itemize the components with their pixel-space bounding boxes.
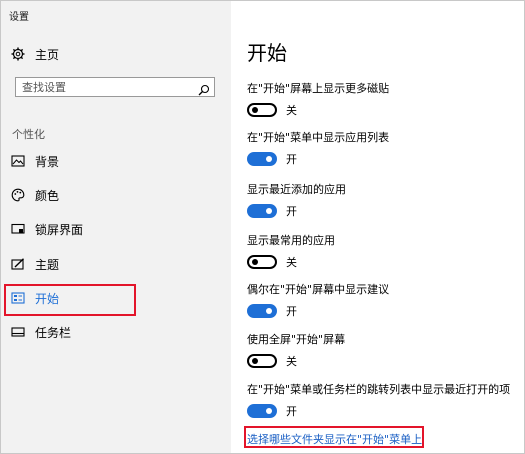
setting-label: 显示最近添加的应用 [247, 183, 346, 196]
toggle-state-label: 开 [286, 305, 297, 318]
start-icon [11, 291, 25, 305]
setting-app-list: 在"开始"菜单中显示应用列表 开 [247, 129, 517, 167]
search-input[interactable] [16, 78, 204, 96]
setting-label: 偶尔在"开始"屏幕中显示建议 [247, 283, 390, 296]
main-panel: 开始 在"开始"屏幕上显示更多磁贴 关 在"开始"菜单中显示应用列表 开 显示最… [244, 1, 517, 453]
setting-label: 在"开始"菜单中显示应用列表 [247, 131, 390, 144]
search-box [15, 77, 215, 97]
recently-added-toggle[interactable] [247, 204, 277, 218]
gear-icon [11, 47, 25, 61]
setting-recently-added: 显示最近添加的应用 开 [247, 181, 517, 219]
nav-item-background[interactable]: 背景 [11, 150, 59, 172]
nav-item-label: 开始 [35, 291, 60, 306]
image-icon [11, 154, 25, 168]
section-label: 个性化 [12, 128, 45, 141]
setting-most-used: 显示最常用的应用 关 [247, 232, 517, 270]
toggle-state-label: 开 [286, 153, 297, 166]
toggle-state-label: 开 [286, 405, 297, 418]
app-list-toggle[interactable] [247, 152, 277, 166]
nav-item-colors[interactable]: 颜色 [11, 184, 59, 206]
nav-item-label: 任务栏 [35, 325, 72, 340]
nav-home-label: 主页 [35, 47, 60, 62]
nav-item-lock-screen[interactable]: 锁屏界面 [11, 218, 83, 240]
nav-item-label: 颜色 [35, 188, 60, 203]
toggle-state-label: 关 [286, 104, 297, 117]
setting-more-tiles: 在"开始"屏幕上显示更多磁贴 关 [247, 80, 517, 118]
window-title: 设置 [9, 12, 29, 23]
nav-item-label: 背景 [35, 154, 60, 169]
taskbar-icon [11, 325, 25, 339]
nav-item-label: 锁屏界面 [35, 222, 84, 237]
setting-label: 使用全屏"开始"屏幕 [247, 333, 346, 346]
nav-item-start[interactable]: 开始 [11, 287, 59, 309]
setting-fullscreen-start: 使用全屏"开始"屏幕 关 [247, 331, 517, 369]
setting-label: 显示最常用的应用 [247, 234, 335, 247]
page-title: 开始 [247, 41, 287, 65]
fullscreen-start-toggle[interactable] [247, 354, 277, 368]
recent-items-toggle[interactable] [247, 404, 277, 418]
palette-icon [11, 188, 25, 202]
search-icon[interactable] [198, 81, 210, 96]
toggle-state-label: 开 [286, 205, 297, 218]
nav-item-themes[interactable]: 主题 [11, 253, 59, 275]
setting-label: 在"开始"屏幕上显示更多磁贴 [247, 82, 390, 95]
nav-home[interactable]: 主页 [11, 43, 59, 65]
theme-icon [11, 257, 25, 271]
setting-suggestions: 偶尔在"开始"屏幕中显示建议 开 [247, 281, 517, 319]
suggestions-toggle[interactable] [247, 304, 277, 318]
setting-recent-items: 在"开始"菜单或任务栏的跳转列表中显示最近打开的项 开 [247, 381, 517, 419]
nav-item-label: 主题 [35, 257, 60, 272]
toggle-state-label: 关 [286, 256, 297, 269]
nav-item-taskbar[interactable]: 任务栏 [11, 321, 71, 343]
setting-label: 在"开始"菜单或任务栏的跳转列表中显示最近打开的项 [247, 383, 511, 396]
more-tiles-toggle[interactable] [247, 103, 277, 117]
most-used-toggle[interactable] [247, 255, 277, 269]
settings-window: 设置 主页 个性化 背景 颜色 [0, 0, 525, 454]
toggle-state-label: 关 [286, 355, 297, 368]
lock-screen-icon [11, 222, 25, 236]
choose-folders-link[interactable]: 选择哪些文件夹显示在"开始"菜单上 [247, 431, 422, 447]
sidebar: 设置 主页 个性化 背景 颜色 [1, 1, 231, 453]
